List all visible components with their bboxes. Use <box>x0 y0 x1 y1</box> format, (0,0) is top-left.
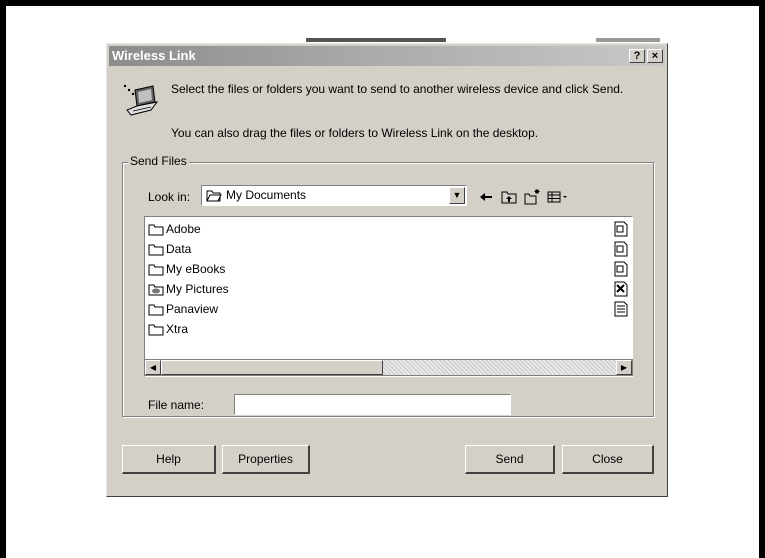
chevron-down-icon[interactable]: ▼ <box>449 187 465 204</box>
title-help-button[interactable]: ? <box>629 49 645 63</box>
look-in-value: My Documents <box>226 188 307 202</box>
scroll-left-icon[interactable]: ◀ <box>145 360 161 375</box>
folder-icon <box>148 264 164 276</box>
laptop-wireless-icon <box>123 84 159 116</box>
back-arrow-icon[interactable] <box>477 188 495 206</box>
send-button[interactable]: Send <box>465 445 555 474</box>
intro-drag-hint: You can also drag the files or folders t… <box>171 126 539 140</box>
list-item-label: My eBooks <box>166 262 226 276</box>
picture-folder-icon <box>148 284 164 296</box>
background-window-edge <box>306 38 446 42</box>
view-menu-icon[interactable] <box>546 188 570 206</box>
list-item-label: Xtra <box>166 322 189 336</box>
frame-left-border <box>0 0 6 558</box>
folder-icon <box>148 324 164 336</box>
image-document-icon[interactable] <box>614 281 628 297</box>
title-bar[interactable]: Wireless Link ? × <box>109 46 665 66</box>
open-folder-icon <box>206 190 222 202</box>
list-item-label: My Pictures <box>166 282 229 296</box>
close-button[interactable]: Close <box>562 445 654 474</box>
list-item-label: Data <box>166 242 192 256</box>
file-list[interactable]: Adobe Data My eBooks My Pictures Panavie… <box>144 216 633 377</box>
scroll-right-icon[interactable]: ▶ <box>616 360 632 375</box>
intro-instruction: Select the files or folders you want to … <box>171 82 624 96</box>
dialog-title: Wireless Link <box>112 48 196 63</box>
folder-icon <box>148 304 164 316</box>
document-icon[interactable] <box>614 261 628 277</box>
title-close-button[interactable]: × <box>647 49 663 63</box>
look-in-label: Look in: <box>148 190 191 204</box>
horizontal-scrollbar[interactable]: ◀ ▶ <box>144 359 633 376</box>
frame-top-border <box>0 0 765 6</box>
list-item-label: Panaview <box>166 302 219 316</box>
file-name-input[interactable] <box>234 394 511 415</box>
frame-right-border <box>759 0 765 558</box>
scrollbar-thumb[interactable] <box>161 360 383 375</box>
wireless-link-dialog: Wireless Link ? × Select the files or fo… <box>106 43 668 497</box>
up-folder-icon[interactable] <box>500 188 518 206</box>
list-item-label: Adobe <box>166 222 201 236</box>
help-button[interactable]: Help <box>122 445 216 474</box>
new-folder-icon[interactable] <box>523 188 541 206</box>
folder-icon <box>148 244 164 256</box>
text-document-icon[interactable] <box>614 301 628 317</box>
document-icon[interactable] <box>614 221 628 237</box>
folder-icon <box>148 224 164 236</box>
send-files-group-label: Send Files <box>128 154 189 168</box>
properties-button[interactable]: Properties <box>222 445 310 474</box>
look-in-dropdown[interactable]: My Documents ▼ <box>201 185 467 206</box>
document-icon[interactable] <box>614 241 628 257</box>
file-name-label: File name: <box>148 398 205 412</box>
background-window-edge <box>596 38 660 42</box>
